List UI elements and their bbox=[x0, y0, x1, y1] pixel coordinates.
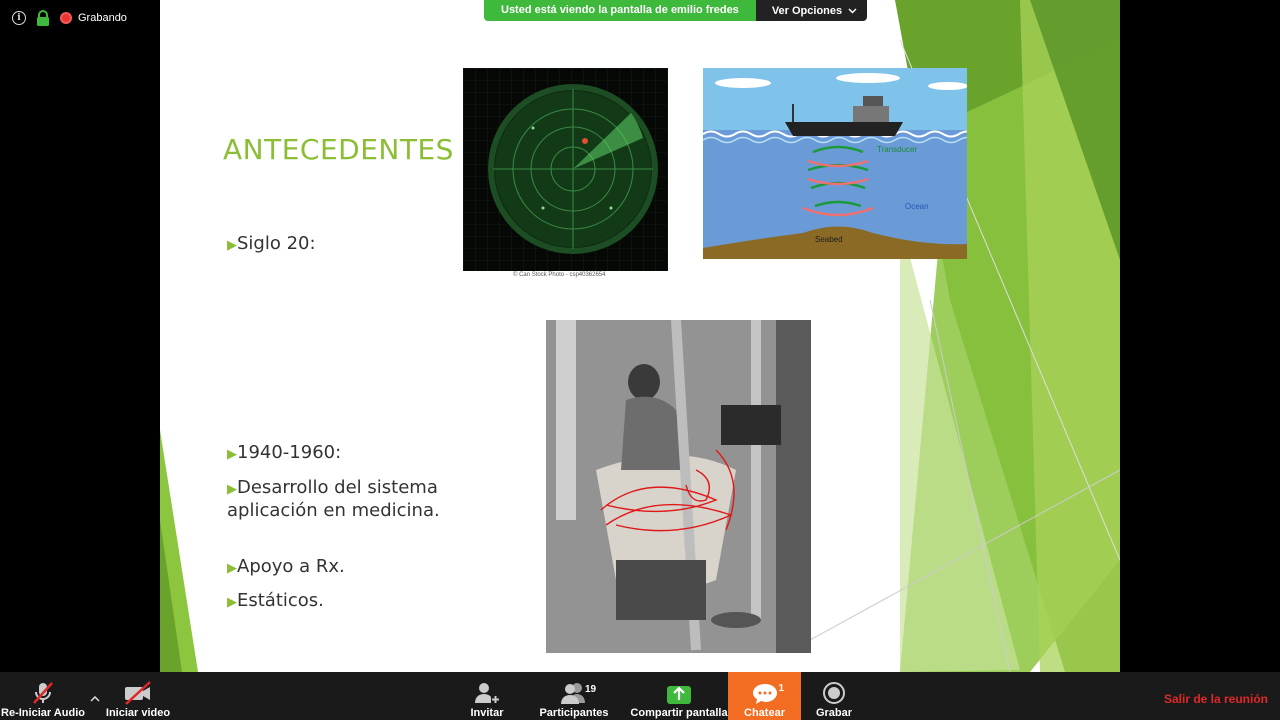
meeting-toolbar: Re-Iniciar Audio Iniciar video Invitar 1… bbox=[0, 672, 1280, 720]
participants-icon: 19 bbox=[559, 679, 596, 707]
recording-label: Grabando bbox=[78, 12, 127, 24]
info-icon[interactable]: i bbox=[12, 11, 26, 25]
leave-meeting-button[interactable]: Salir de la reunión bbox=[1164, 692, 1268, 706]
bullet-item: ▶Estáticos. bbox=[227, 590, 324, 611]
sonar-ship-image: Transducer Ocean Seabed bbox=[702, 68, 976, 259]
ocean-label: Ocean bbox=[905, 202, 929, 211]
microphone-muted-icon bbox=[30, 679, 56, 707]
bullet-arrow-icon: ▶ bbox=[227, 595, 237, 610]
participants-count: 19 bbox=[585, 684, 597, 695]
record-button-label: Grabar bbox=[815, 707, 853, 719]
view-options-label: Ver Opciones bbox=[771, 4, 843, 17]
shared-screen-slide: ANTECEDENTES ▶Siglo 20: ▶1940-1960: ▶Des… bbox=[160, 0, 1120, 672]
audio-options-button[interactable] bbox=[88, 672, 102, 720]
share-screen-icon bbox=[666, 679, 692, 707]
participants-button-label: Participantes bbox=[539, 707, 609, 719]
chat-button[interactable]: 1 Chatear bbox=[728, 672, 801, 720]
bullet-item: ▶1940-1960: bbox=[227, 442, 342, 463]
record-button[interactable]: Grabar bbox=[812, 672, 856, 720]
invite-button[interactable]: Invitar bbox=[464, 672, 510, 720]
seabed-label: Seabed bbox=[815, 235, 843, 244]
zoom-window: i Grabando ANTECEDENTES ▶Siglo 20: ▶1940… bbox=[0, 0, 1280, 720]
meeting-status-bar: i Grabando bbox=[12, 10, 127, 26]
bullet-arrow-icon: ▶ bbox=[227, 482, 237, 497]
transducer-label: Transducer bbox=[877, 145, 918, 154]
chat-button-label: Chatear bbox=[744, 707, 785, 719]
video-button-label: Iniciar video bbox=[105, 707, 171, 719]
record-icon bbox=[822, 679, 846, 707]
slide-title: ANTECEDENTES bbox=[223, 133, 454, 166]
bullet-arrow-icon: ▶ bbox=[227, 447, 237, 462]
screen-share-banner: Usted está viendo la pantalla de emilio … bbox=[484, 0, 868, 21]
radar-caption: © Can Stock Photo - csp40362654 bbox=[513, 272, 606, 278]
share-screen-label: Compartir pantalla bbox=[630, 707, 728, 719]
chevron-down-icon bbox=[848, 7, 857, 14]
invite-button-label: Invitar bbox=[470, 707, 504, 719]
bullet-arrow-icon: ▶ bbox=[227, 561, 237, 576]
chat-unread-count: 1 bbox=[778, 683, 785, 694]
audio-button[interactable]: Re-Iniciar Audio bbox=[1, 672, 85, 720]
add-person-icon bbox=[473, 679, 501, 707]
chat-bubble-icon: 1 bbox=[751, 679, 784, 707]
participants-button[interactable]: 19 Participantes bbox=[538, 672, 610, 720]
radar-image bbox=[463, 68, 668, 271]
video-button[interactable]: Iniciar video bbox=[106, 672, 170, 720]
share-screen-button[interactable]: Compartir pantalla bbox=[630, 672, 728, 720]
bullet-item: ▶Desarrollo del sistema aplicación en me… bbox=[227, 477, 440, 521]
historical-ultrasound-photo bbox=[546, 320, 811, 653]
bullet-item: ▶Apoyo a Rx. bbox=[227, 556, 345, 577]
bullet-arrow-icon: ▶ bbox=[227, 238, 237, 253]
bullet-item: ▶Siglo 20: bbox=[227, 233, 316, 254]
video-camera-off-icon bbox=[123, 679, 153, 707]
view-options-button[interactable]: Ver Opciones bbox=[755, 0, 868, 21]
chevron-up-icon bbox=[90, 679, 100, 719]
share-banner-message: Usted está viendo la pantalla de emilio … bbox=[484, 0, 756, 21]
lock-icon[interactable] bbox=[36, 10, 50, 26]
audio-button-label: Re-Iniciar Audio bbox=[1, 707, 85, 719]
recording-icon bbox=[60, 12, 72, 24]
